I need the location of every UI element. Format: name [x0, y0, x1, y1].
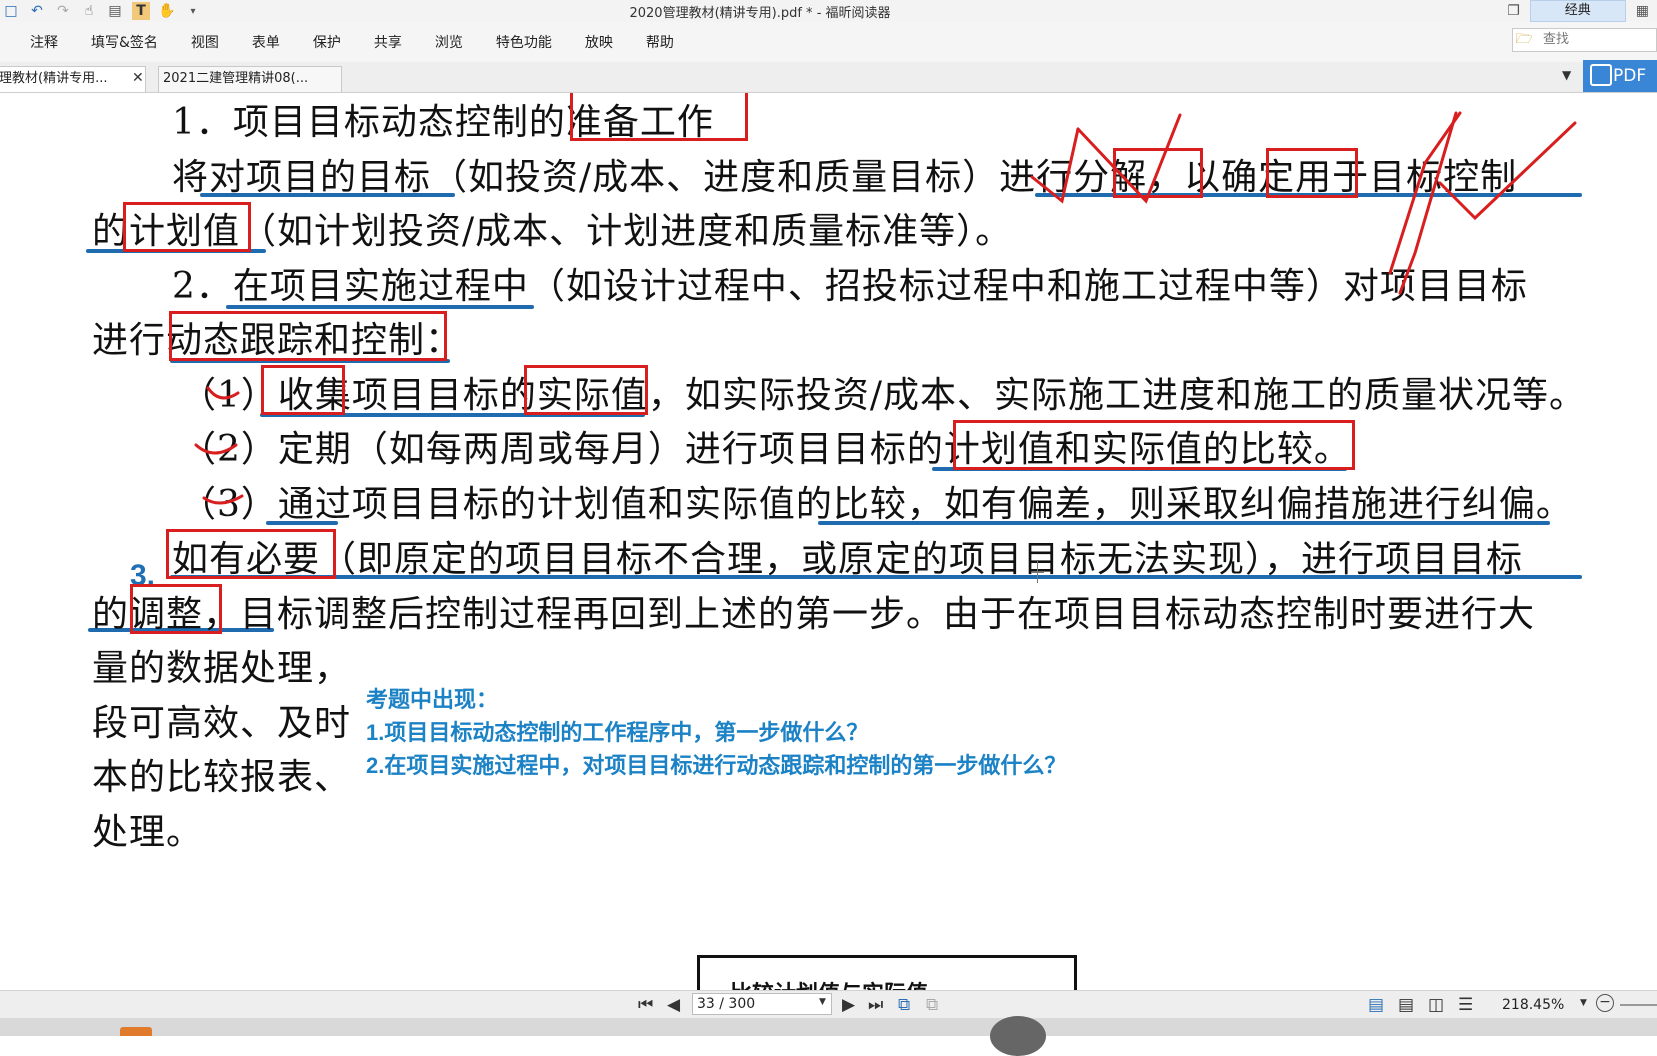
heading-adjustment: 如有必要（即原定的项目目标不合理，或原定的项目目标无法实现），进行项目目标 [172, 539, 1524, 580]
exam-note: 考题中出现： 1.项目目标动态控制的工作程序中，第一步做什么？ 2.在项目实施过… [366, 683, 1066, 782]
redo-icon[interactable]: ↷ [54, 2, 72, 20]
ribbon-menu-bar: 注释 填写&签名 视图 表单 保护 共享 浏览 特色功能 放映 帮助 [0, 22, 1657, 62]
pdf-page-view[interactable]: 1．项目目标动态控制的准备工作 将对项目的目标（如投资/成本、进度和质量目标）进… [0, 93, 1657, 990]
status-bar: ⏮ ◀ 33 / 300 ▼ ▶ ⏭ ⧉ ⧉ ▤ ▤ ◫ ☰ 218.45% ▼… [0, 990, 1657, 1019]
note-question-1: 1.项目目标动态控制的工作程序中，第一步做什么？ [366, 720, 869, 745]
tab-document-1[interactable]: 理教材(精讲专用... [0, 66, 146, 92]
taskbar-app-icon[interactable] [120, 1027, 152, 1036]
menu-protect[interactable]: 保护 [313, 32, 341, 52]
file-icon[interactable]: □ [2, 2, 20, 20]
menu-share[interactable]: 共享 [374, 32, 402, 52]
continuous-view-icon[interactable]: ▤ [1398, 995, 1414, 1015]
highlight-box [169, 311, 447, 361]
menu-items: 注释 填写&签名 视图 表单 保护 共享 浏览 特色功能 放映 帮助 [30, 32, 707, 52]
previous-page-icon[interactable]: ◀ [667, 995, 680, 1015]
document-tab-bar: 理教材(精讲专用... 2021二建管理精讲08(... [0, 62, 1657, 93]
page-number-input[interactable]: 33 / 300 [692, 993, 832, 1015]
note-question-2: 2.在项目实施过程中，对项目目标进行动态跟踪和控制的第一步做什么？ [366, 753, 1067, 778]
chevron-down-icon[interactable]: ▼ [819, 997, 826, 1007]
highlight-box [524, 365, 648, 415]
cursor-overlay [990, 1016, 1046, 1056]
close-icon[interactable]: ✕ [132, 70, 144, 86]
text-select-icon[interactable]: ▤ [106, 2, 124, 20]
taskbar-strip [0, 1018, 1657, 1036]
single-page-view-icon[interactable]: ▤ [1368, 995, 1384, 1015]
highlight-box [261, 365, 345, 415]
highlight-box [166, 529, 336, 579]
body-line: 本的比较报表、 [92, 757, 352, 798]
zoom-slider[interactable] [1620, 1004, 1657, 1006]
undo-icon[interactable]: ↶ [28, 2, 46, 20]
menu-slideshow[interactable]: 放映 [585, 32, 613, 52]
previous-view-icon[interactable]: ⧉ [898, 995, 910, 1015]
pdf-convert-icon [1590, 64, 1612, 86]
chevron-down-icon[interactable]: ▾ [184, 2, 202, 20]
zoom-out-button[interactable]: − [1596, 994, 1614, 1012]
highlight-box [570, 93, 748, 141]
search-folder-icon[interactable]: 🗁 [1512, 29, 1536, 51]
figure-box: 比较计划值与实际值 [697, 955, 1077, 990]
quick-access-toolbar: □ ↶ ↷ ☝ ▤ T ✋ ▾ [0, 0, 202, 22]
next-view-icon[interactable]: ⧉ [926, 995, 938, 1015]
facing-view-icon[interactable]: ◫ [1428, 995, 1444, 1015]
menu-form[interactable]: 表单 [252, 32, 280, 52]
classic-mode-button[interactable]: 经典 [1529, 0, 1626, 22]
menu-annotate[interactable]: 注释 [30, 32, 58, 52]
grid-icon[interactable]: ▦ [1636, 3, 1649, 19]
hand-tool-icon[interactable]: ✋ [158, 2, 176, 20]
typewriter-icon[interactable]: T [132, 2, 150, 20]
figure-caption: 比较计划值与实际值 [730, 976, 928, 990]
highlight-box [123, 202, 251, 252]
highlight-box [1266, 148, 1358, 198]
window-controls: ❐ 经典 ▦ [1507, 0, 1657, 22]
next-page-icon[interactable]: ▶ [842, 995, 855, 1015]
menu-features[interactable]: 特色功能 [496, 32, 552, 52]
menu-browse[interactable]: 浏览 [435, 32, 463, 52]
menu-help[interactable]: 帮助 [646, 32, 674, 52]
list-item-collect: （1）收集项目目标的实际值，如实际投资/成本、实际施工进度和施工的质量状况等。 [180, 375, 1587, 416]
highlight-box [953, 420, 1355, 470]
highlight-box [130, 584, 222, 634]
highlight-box [1113, 148, 1203, 198]
list-item-correct: （3）通过项目目标的计划值和实际值的比较，如有偏差，则采取纠偏措施进行纠偏。 [180, 484, 1573, 525]
tab-list-dropdown-icon[interactable]: ▼ [1562, 68, 1571, 82]
heading-implementation: 2．在项目实施过程中（如设计过程中、招投标过程中和施工过程中等）对项目目标 [172, 266, 1528, 307]
body-line: 处理。 [92, 812, 204, 853]
body-line: 段可高效、及时 [92, 703, 352, 744]
body-line: 量的数据处理， [92, 648, 352, 689]
first-page-icon[interactable]: ⏮ [638, 995, 653, 1015]
last-page-icon[interactable]: ⏭ [868, 995, 883, 1015]
hand-pointer-icon[interactable]: ☝ [80, 2, 98, 20]
menu-view[interactable]: 视图 [191, 32, 219, 52]
window-title: 2020管理教材(精讲专用).pdf * - 福昕阅读器 [629, 6, 891, 21]
menu-fill-sign[interactable]: 填写&签名 [91, 32, 158, 52]
tab-document-2[interactable]: 2021二建管理精讲08(... [158, 66, 342, 92]
note-heading: 考题中出现： [366, 687, 499, 712]
chevron-down-icon[interactable]: ▼ [1580, 998, 1587, 1008]
restore-icon[interactable]: ❐ [1507, 3, 1520, 19]
body-line: 的调整，目标调整后控制过程再回到上述的第一步。由于在项目目标动态控制时要进行大 [92, 594, 1536, 635]
zoom-level[interactable]: 218.45% [1502, 997, 1564, 1013]
text-cursor [1031, 572, 1044, 573]
title-bar: □ ↶ ↷ ☝ ▤ T ✋ ▾ 2020管理教材(精讲专用).pdf * - 福… [0, 0, 1657, 23]
continuous-facing-view-icon[interactable]: ☰ [1458, 995, 1473, 1015]
